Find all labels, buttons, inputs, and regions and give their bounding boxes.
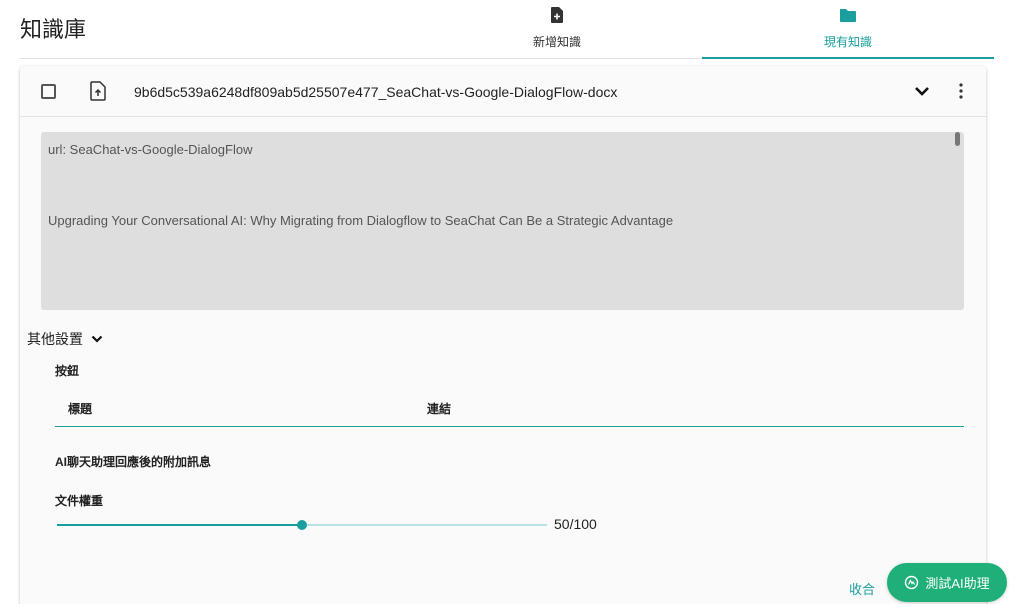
document-weight-value: 50/100 (554, 516, 597, 532)
table-header-title: 標題 (68, 402, 93, 416)
document-card-header: 9b6d5c539a6248df809ab5d25507e477_SeaChat… (20, 66, 986, 117)
extra-message-label: AI聊天助理回應後的附加訊息 (55, 455, 212, 469)
tab-existing-knowledge-label: 現有知識 (823, 35, 872, 49)
document-content-preview[interactable]: url: SeaChat-vs-Google-DialogFlow Upgrad… (41, 132, 964, 310)
more-vertical-icon[interactable] (956, 81, 966, 101)
ai-assistant-icon (905, 575, 919, 590)
buttons-label: 按鈕 (55, 364, 80, 378)
active-tab-indicator (702, 57, 994, 59)
content-line: Upgrading Your Conversational AI: Why Mi… (48, 213, 674, 228)
other-settings-label: 其他設置 (27, 331, 83, 347)
table-header-divider (55, 426, 964, 427)
slider-thumb[interactable] (297, 520, 307, 530)
file-name: 9b6d5c539a6248df809ab5d25507e477_SeaChat… (134, 84, 618, 100)
content-line: url: SeaChat-vs-Google-DialogFlow (48, 142, 253, 157)
select-checkbox[interactable] (41, 84, 56, 99)
table-header-link: 連結 (427, 402, 452, 416)
collapse-link[interactable]: 收合 (849, 579, 875, 598)
file-add-icon (551, 7, 563, 23)
tab-add-knowledge-label: 新增知識 (532, 35, 581, 49)
test-ai-assistant-label: 測試AI助理 (925, 576, 990, 591)
document-weight-label: 文件權重 (55, 494, 104, 508)
file-upload-icon (90, 81, 106, 101)
page-title: 知識庫 (20, 17, 87, 42)
chevron-down-icon (91, 335, 103, 343)
document-card: 9b6d5c539a6248df809ab5d25507e477_SeaChat… (20, 66, 986, 604)
test-ai-assistant-button[interactable]: 測試AI助理 (887, 563, 1007, 602)
other-settings-toggle[interactable]: 其他設置 (27, 329, 103, 349)
slider-fill (57, 524, 302, 526)
tab-add-knowledge[interactable]: 新增知識 (477, 6, 637, 50)
document-weight-slider[interactable] (57, 518, 547, 532)
tab-existing-knowledge[interactable]: 現有知識 (768, 6, 928, 50)
folder-icon (840, 9, 856, 22)
chevron-down-icon[interactable] (912, 81, 932, 101)
content-scrollbar[interactable] (955, 132, 960, 146)
